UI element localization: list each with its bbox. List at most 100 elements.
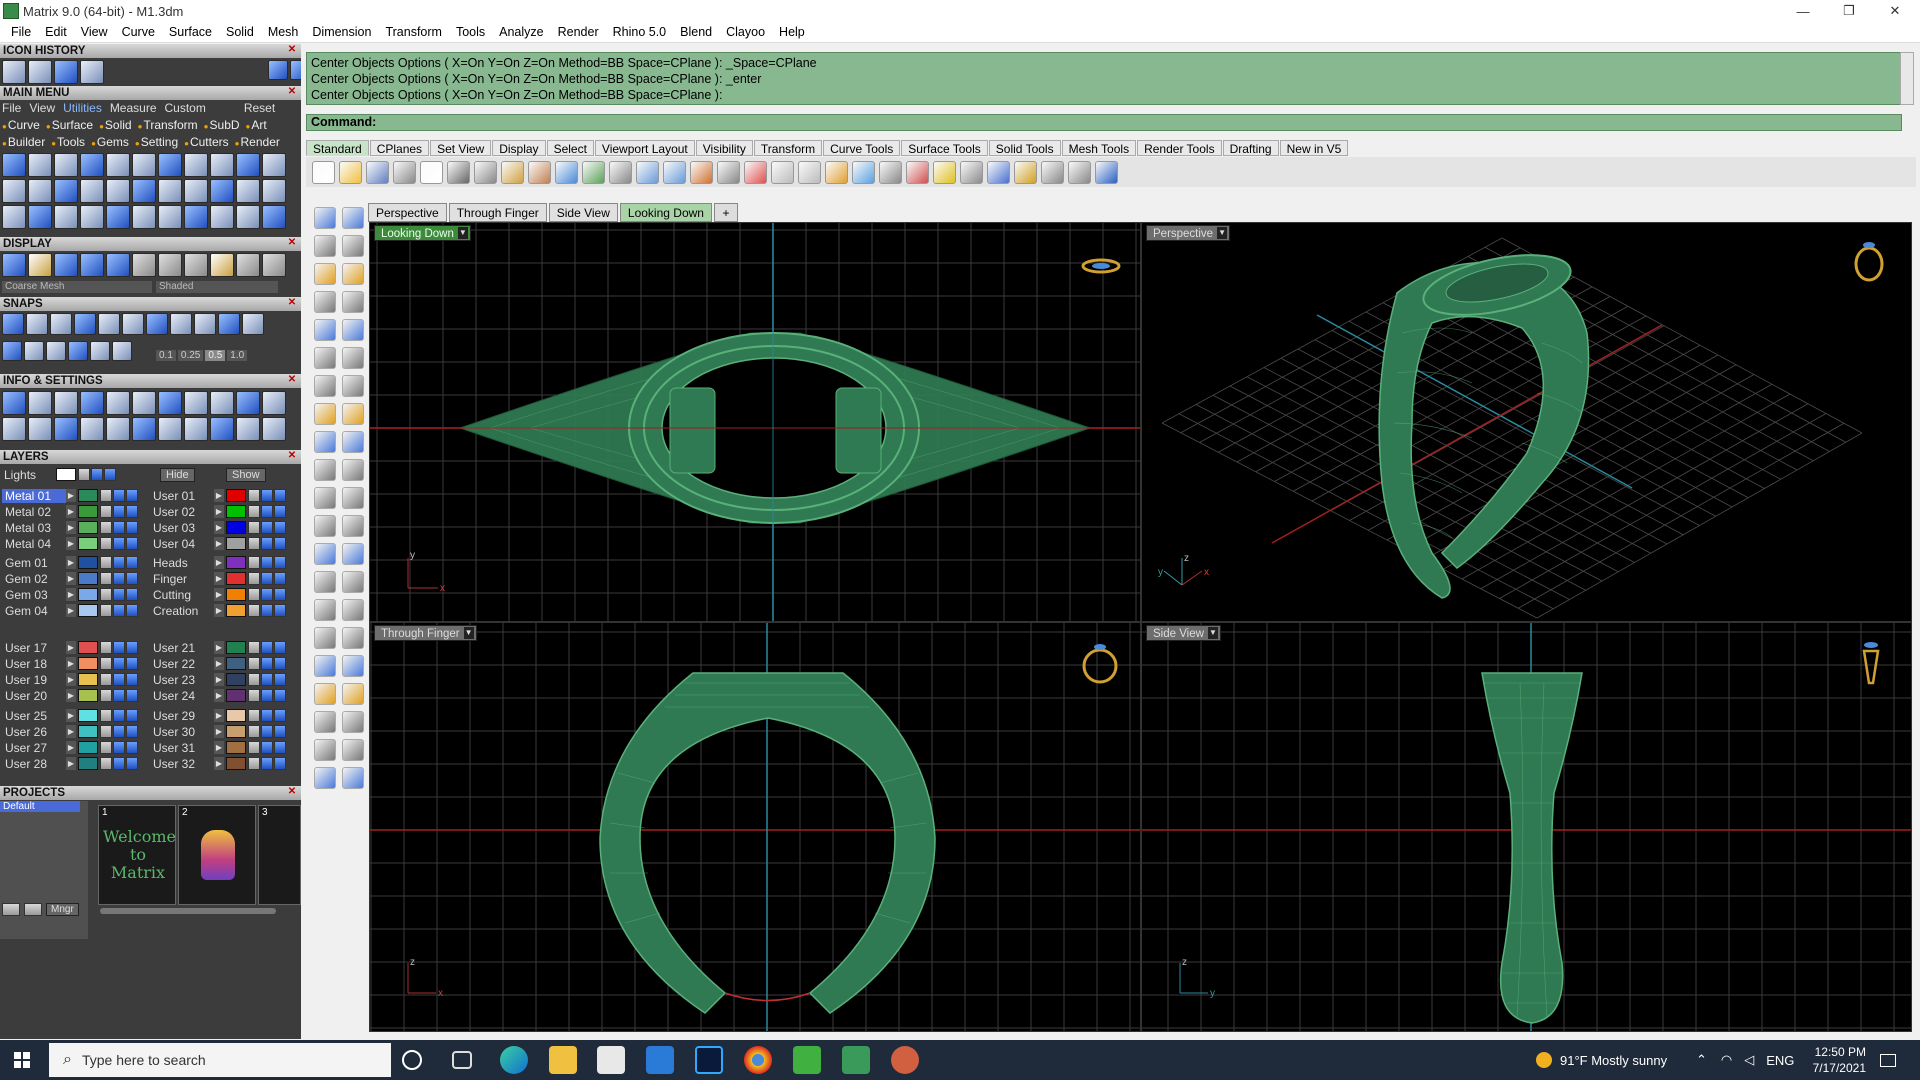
new-file-icon[interactable]: [312, 160, 335, 184]
menu-file[interactable]: File: [4, 22, 38, 43]
render-icon[interactable]: [274, 489, 286, 502]
menu-solid[interactable]: Solid: [219, 22, 261, 43]
render-icon[interactable]: [906, 160, 929, 184]
help-icon[interactable]: [1095, 160, 1118, 184]
visibility-icon[interactable]: [261, 556, 273, 569]
visibility-icon[interactable]: [113, 489, 125, 502]
visibility-icon[interactable]: [113, 521, 125, 534]
layer-row[interactable]: User 04 ▶: [150, 536, 287, 551]
tool-icon[interactable]: [132, 417, 156, 441]
palette-tool-icon[interactable]: [314, 655, 336, 677]
menu-render[interactable]: Render: [551, 22, 606, 43]
lock-icon[interactable]: [100, 689, 112, 702]
palette-tool-icon[interactable]: [342, 599, 364, 621]
layer-expand-icon[interactable]: ▶: [66, 709, 76, 722]
layer-row[interactable]: User 17 ▶: [2, 640, 139, 655]
photoshop-icon[interactable]: [695, 1046, 723, 1074]
palette-tool-icon[interactable]: [314, 263, 336, 285]
layer-row[interactable]: User 28 ▶: [2, 756, 139, 771]
project-thumbnail-3[interactable]: 3: [258, 805, 301, 905]
close-icon[interactable]: ✕: [286, 374, 298, 386]
mesh-quality-select[interactable]: Coarse Mesh: [2, 281, 152, 293]
add-project-icon[interactable]: [2, 903, 20, 916]
show-layers-button[interactable]: Show: [226, 468, 266, 482]
palette-tool-icon[interactable]: [342, 627, 364, 649]
render-icon[interactable]: [274, 604, 286, 617]
material-sphere-icon[interactable]: [262, 253, 286, 277]
layer-expand-icon[interactable]: ▶: [66, 505, 76, 518]
back-arrow-icon[interactable]: [268, 60, 288, 80]
tool-icon[interactable]: [158, 179, 182, 203]
render-icon[interactable]: [126, 725, 138, 738]
palette-tool-icon[interactable]: [342, 207, 364, 229]
render-icon[interactable]: [126, 741, 138, 754]
snap-value[interactable]: 0.1: [156, 350, 176, 361]
chevron-down-icon[interactable]: ▼: [1207, 627, 1218, 639]
close-icon[interactable]: ✕: [1872, 0, 1918, 22]
tool-icon[interactable]: [158, 153, 182, 177]
menu-curve[interactable]: Curve: [115, 22, 162, 43]
edge-icon[interactable]: [500, 1046, 528, 1074]
category-tools[interactable]: Tools: [51, 135, 85, 149]
layer-name[interactable]: Cutting: [150, 588, 214, 602]
tool-icon[interactable]: [54, 153, 78, 177]
palette-tool-icon[interactable]: [314, 599, 336, 621]
category-transform[interactable]: Transform: [138, 118, 197, 132]
layer-color-swatch[interactable]: [78, 604, 98, 617]
palette-tool-icon[interactable]: [314, 431, 336, 453]
palette-tool-icon[interactable]: [314, 739, 336, 761]
palette-tool-icon[interactable]: [342, 431, 364, 453]
lock-icon[interactable]: [248, 741, 260, 754]
up-arrow-icon[interactable]: [24, 903, 42, 916]
tool-icon[interactable]: [46, 341, 66, 361]
layer-expand-icon[interactable]: ▶: [214, 537, 224, 550]
palette-tool-icon[interactable]: [342, 571, 364, 593]
render-icon[interactable]: [126, 521, 138, 534]
tool-icon[interactable]: [106, 205, 130, 229]
layer-expand-icon[interactable]: ▶: [214, 657, 224, 670]
visibility-icon[interactable]: [261, 673, 273, 686]
menu-rhino-5-0[interactable]: Rhino 5.0: [606, 22, 674, 43]
options-icon[interactable]: [1041, 160, 1064, 184]
tool-icon[interactable]: [210, 417, 234, 441]
render-icon[interactable]: [274, 641, 286, 654]
toolbar-tab-viewport-layout[interactable]: Viewport Layout: [594, 140, 695, 156]
layer-name[interactable]: Heads: [150, 556, 214, 570]
category-builder[interactable]: Builder: [2, 135, 45, 149]
file-explorer-icon[interactable]: [549, 1046, 577, 1074]
lock-icon[interactable]: [100, 604, 112, 617]
palette-tool-icon[interactable]: [314, 403, 336, 425]
layer-row[interactable]: User 27 ▶: [2, 740, 139, 755]
palette-tool-icon[interactable]: [314, 711, 336, 733]
layer-color-swatch[interactable]: [78, 709, 98, 722]
palette-tool-icon[interactable]: [342, 487, 364, 509]
tool-icon[interactable]: [54, 391, 78, 415]
viewport-tab-through-finger[interactable]: Through Finger: [448, 203, 547, 222]
view-orientation-icon[interactable]: [1081, 258, 1121, 274]
forward-arrow-icon[interactable]: [290, 60, 301, 80]
render-icon[interactable]: [274, 505, 286, 518]
tool-icon[interactable]: [50, 313, 72, 335]
palette-tool-icon[interactable]: [342, 711, 364, 733]
tool-icon[interactable]: [132, 391, 156, 415]
tool-icon[interactable]: [80, 391, 104, 415]
tool-icon[interactable]: [54, 179, 78, 203]
copy-icon[interactable]: [474, 160, 497, 184]
layer-row[interactable]: User 01 ▶: [150, 488, 287, 503]
visibility-icon[interactable]: [113, 505, 125, 518]
layer-row[interactable]: User 03 ▶: [150, 520, 287, 535]
chevron-down-icon[interactable]: ▼: [463, 627, 474, 639]
viewport-label[interactable]: Side View ▼: [1146, 625, 1221, 641]
tool-icon[interactable]: [90, 341, 110, 361]
bulb-icon[interactable]: [852, 160, 875, 184]
tool-icon[interactable]: [170, 313, 192, 335]
layer-icon[interactable]: [771, 160, 794, 184]
tool-icon[interactable]: [262, 391, 286, 415]
layer-expand-icon[interactable]: ▶: [66, 657, 76, 670]
visibility-icon[interactable]: [113, 641, 125, 654]
visibility-icon[interactable]: [113, 572, 125, 585]
tool-icon[interactable]: [106, 153, 130, 177]
paste-icon[interactable]: [501, 160, 524, 184]
store-icon[interactable]: [597, 1046, 625, 1074]
layer-name[interactable]: User 27: [2, 741, 66, 755]
